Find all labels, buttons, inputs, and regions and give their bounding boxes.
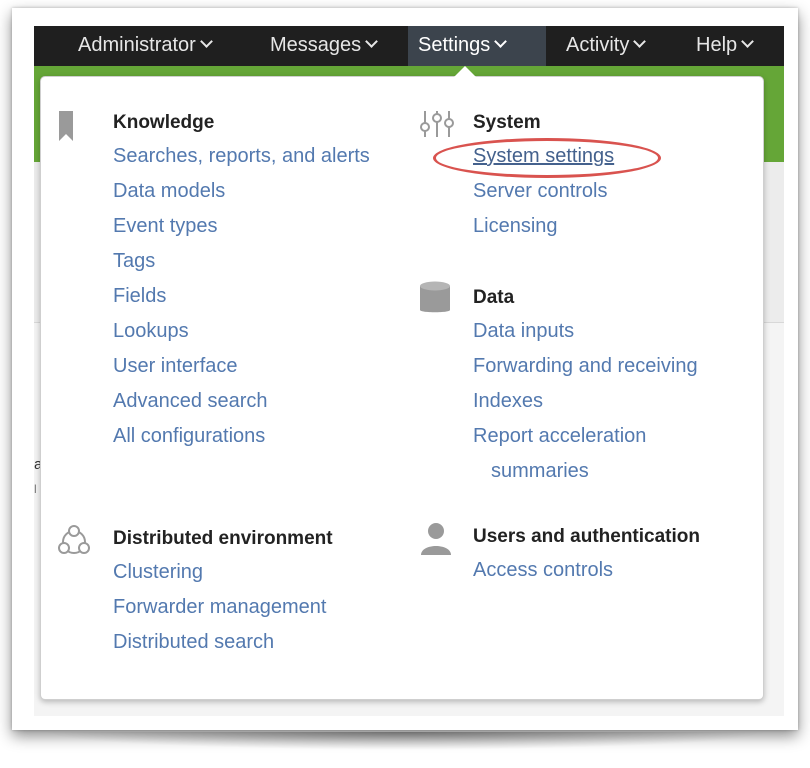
nav-activity[interactable]: Activity [556, 26, 654, 66]
link-searches-reports-alerts[interactable]: Searches, reports, and alerts [113, 139, 370, 174]
link-forwarder-management[interactable]: Forwarder management [113, 590, 333, 625]
link-report-acceleration-summaries[interactable]: Report acceleration [473, 419, 698, 454]
frame-shadow [40, 732, 770, 750]
section-heading: Users and authentication [473, 526, 700, 547]
link-server-controls[interactable]: Server controls [473, 174, 614, 209]
link-tags[interactable]: Tags [113, 244, 370, 279]
user-icon [421, 523, 451, 555]
section-heading: System [473, 112, 541, 133]
sliders-icon [420, 111, 454, 137]
link-data-inputs[interactable]: Data inputs [473, 314, 698, 349]
chevron-down-icon [633, 35, 647, 48]
knowledge-section: Knowledge Searches, reports, and alerts … [113, 107, 370, 454]
link-event-types[interactable]: Event types [113, 209, 370, 244]
settings-dropdown-menu: Knowledge Searches, reports, and alerts … [40, 76, 764, 700]
nav-help[interactable]: Help [686, 26, 762, 66]
nav-administrator[interactable]: Administrator [68, 26, 221, 66]
link-access-controls[interactable]: Access controls [473, 553, 700, 588]
chevron-down-icon [741, 35, 755, 48]
link-report-acceleration-summaries-cont[interactable]: summaries [473, 454, 698, 489]
nav-settings[interactable]: Settings [408, 26, 546, 66]
distributed-network-icon [58, 525, 90, 554]
background-text: l [34, 482, 37, 496]
link-indexes[interactable]: Indexes [473, 384, 698, 419]
users-and-authentication-section: Users and authentication Access controls [473, 521, 700, 588]
dropdown-caret [454, 66, 476, 77]
chevron-down-icon [365, 35, 379, 48]
bookmark-icon [59, 111, 73, 141]
link-system-settings[interactable]: System settings [473, 139, 614, 174]
system-section: System System settings Server controls L… [473, 107, 614, 244]
data-section: Data Data inputs Forwarding and receivin… [473, 282, 698, 489]
database-icon [420, 281, 450, 313]
section-heading: Distributed environment [113, 528, 333, 549]
section-heading: Data [473, 287, 515, 308]
link-user-interface[interactable]: User interface [113, 349, 370, 384]
link-clustering[interactable]: Clustering [113, 555, 333, 590]
link-all-configurations[interactable]: All configurations [113, 419, 370, 454]
link-advanced-search[interactable]: Advanced search [113, 384, 370, 419]
chevron-down-icon [494, 35, 508, 48]
link-licensing[interactable]: Licensing [473, 209, 614, 244]
link-distributed-search[interactable]: Distributed search [113, 625, 333, 660]
link-lookups[interactable]: Lookups [113, 314, 370, 349]
top-navigation-bar: Administrator Messages Settings Activity… [34, 26, 784, 66]
distributed-environment-section: Distributed environment Clustering Forwa… [113, 523, 333, 660]
chevron-down-icon [199, 35, 213, 48]
link-forwarding-and-receiving[interactable]: Forwarding and receiving [473, 349, 698, 384]
nav-messages[interactable]: Messages [260, 26, 386, 66]
section-heading: Knowledge [113, 112, 215, 133]
link-data-models[interactable]: Data models [113, 174, 370, 209]
link-fields[interactable]: Fields [113, 279, 370, 314]
